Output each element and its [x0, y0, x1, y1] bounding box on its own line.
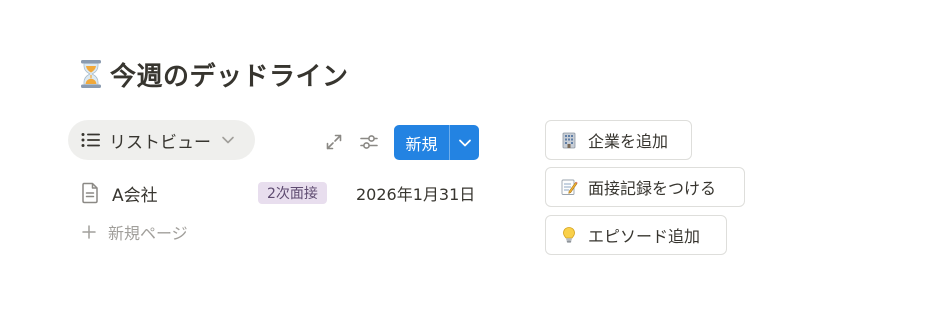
list-item[interactable]: A会社 2次面接 2026年1月31日	[80, 178, 480, 208]
row-title: A会社	[112, 185, 158, 206]
settings-button[interactable]	[357, 130, 381, 154]
chevron-down-icon	[458, 139, 471, 146]
list-icon	[81, 133, 100, 147]
row-date: 2026年1月31日	[356, 185, 476, 204]
expand-button[interactable]	[322, 130, 346, 154]
page: 今週のデッドライン リストビュー 新規 A会社 2次面接 2026年1月31日 …	[0, 0, 926, 317]
add-company-label: 企業を追加	[588, 132, 669, 151]
new-page-label: 新規ページ	[108, 224, 188, 243]
status-tag: 2次面接	[258, 182, 327, 204]
new-dropdown-button[interactable]	[450, 125, 479, 160]
new-split-button: 新規	[394, 125, 479, 160]
page-heading: 今週のデッドライン	[80, 56, 349, 92]
chevron-down-icon	[222, 136, 234, 144]
office-building-icon	[562, 132, 576, 149]
document-icon	[82, 182, 98, 204]
add-episode-label: エピソード追加	[588, 227, 701, 246]
view-tab-label: リストビュー	[109, 132, 211, 153]
plus-icon	[82, 225, 96, 239]
new-button[interactable]: 新規	[394, 125, 449, 160]
sliders-icon	[360, 135, 378, 149]
expand-arrows-icon	[326, 134, 342, 150]
hourglass-icon	[81, 60, 101, 88]
log-interview-label: 面接記録をつける	[588, 179, 717, 198]
log-interview-button[interactable]: 面接記録をつける	[545, 167, 745, 207]
add-episode-button[interactable]: エピソード追加	[545, 215, 727, 255]
memo-icon	[561, 179, 578, 195]
new-page-button[interactable]: 新規ページ	[82, 220, 188, 244]
light-bulb-icon	[563, 227, 575, 243]
view-tab-list[interactable]: リストビュー	[68, 120, 255, 160]
add-company-button[interactable]: 企業を追加	[545, 120, 692, 160]
page-title: 今週のデッドライン	[110, 61, 349, 92]
